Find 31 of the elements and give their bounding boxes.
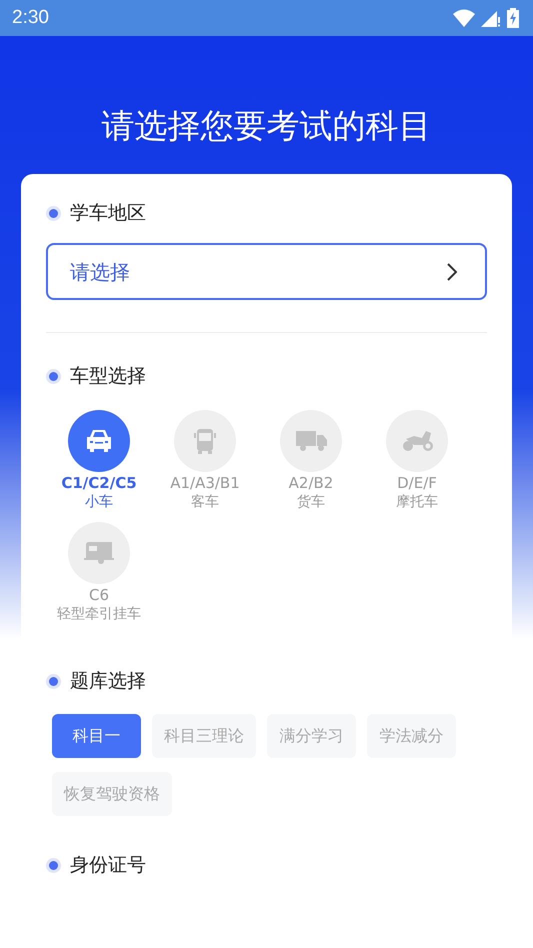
vehicle-type: 轻型牵引挂车 (57, 605, 141, 624)
battery-charging-icon (507, 8, 519, 28)
bullet-dot-icon (49, 860, 58, 870)
wifi-icon (453, 9, 475, 27)
question-bank-tab[interactable]: 恢复驾驶资格 (52, 772, 172, 816)
question-bank-tab[interactable]: 学法减分 (367, 714, 456, 758)
section-heading: 身份证号 (70, 853, 146, 878)
question-bank-tab[interactable]: 科目三理论 (152, 714, 256, 758)
vehicle-type: 货车 (297, 493, 325, 512)
license-class: C1/C2/C5 (61, 474, 137, 493)
vehicle-type: 客车 (191, 493, 219, 512)
vehicle-type: 摩托车 (396, 493, 438, 512)
signal-icon (481, 9, 501, 27)
bullet-dot-icon (49, 676, 58, 686)
bullet-dot-icon (49, 208, 58, 218)
section-heading: 题库选择 (70, 669, 146, 694)
section-heading: 车型选择 (70, 364, 146, 389)
vehicle-type: 小车 (85, 493, 113, 512)
license-class: A1/A3/B1 (170, 474, 240, 493)
caravan-icon (82, 539, 116, 567)
license-class: C6 (88, 586, 110, 605)
question-bank-tab[interactable]: 科目一 (52, 714, 141, 758)
bullet-dot-icon (49, 372, 58, 380)
region-select-field[interactable]: 请选择 (46, 243, 487, 300)
page-title: 请选择您要考试的科目 (102, 105, 432, 147)
license-class: A2/B2 (288, 474, 334, 493)
question-bank-tab[interactable]: 满分学习 (267, 714, 356, 758)
license-class: D/E/F (397, 474, 437, 493)
status-time: 2:30 (12, 7, 49, 29)
section-heading: 学车地区 (70, 201, 146, 226)
chevron-right-icon (447, 263, 457, 281)
